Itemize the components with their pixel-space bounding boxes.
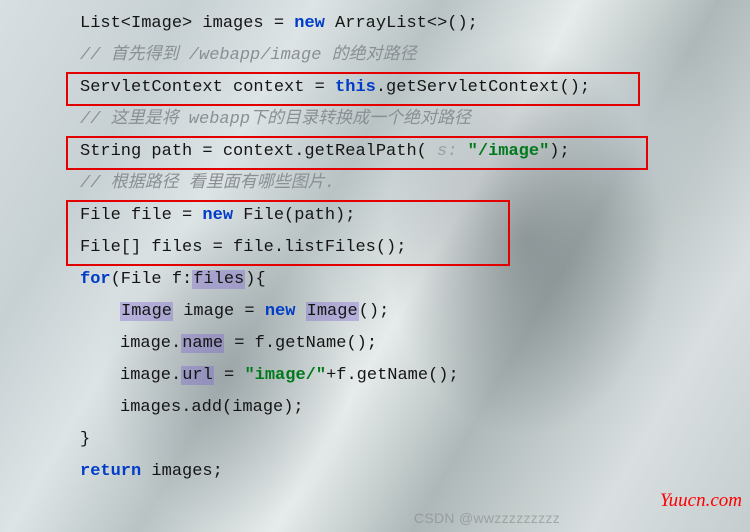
code-line: images.add(image); <box>0 392 750 424</box>
code-line: File file = new File(path); <box>0 200 750 232</box>
watermark-yuucn: Yuucn.com <box>660 490 742 512</box>
code-line: image.name = f.getName(); <box>0 328 750 360</box>
code-line: List<Image> images = new ArrayList<>(); <box>0 8 750 40</box>
code-comment: // 根据路径 看里面有哪些图片. <box>0 168 750 200</box>
code-line: return images; <box>0 456 750 488</box>
code-line: for(File f:files){ <box>0 264 750 296</box>
code-line: File[] files = file.listFiles(); <box>0 232 750 264</box>
code-line: image.url = "image/"+f.getName(); <box>0 360 750 392</box>
code-line: Image image = new Image(); <box>0 296 750 328</box>
code-block: List<Image> images = new ArrayList<>(); … <box>0 0 750 488</box>
code-comment: // 首先得到 /webapp/image 的绝对路径 <box>0 40 750 72</box>
code-line: String path = context.getRealPath( s: "/… <box>0 136 750 168</box>
code-comment: // 这里是将 webapp下的目录转换成一个绝对路径 <box>0 104 750 136</box>
code-line: ServletContext context = this.getServlet… <box>0 72 750 104</box>
code-line: } <box>0 424 750 456</box>
watermark-csdn: CSDN @wwzzzzzzzzz <box>414 510 560 526</box>
